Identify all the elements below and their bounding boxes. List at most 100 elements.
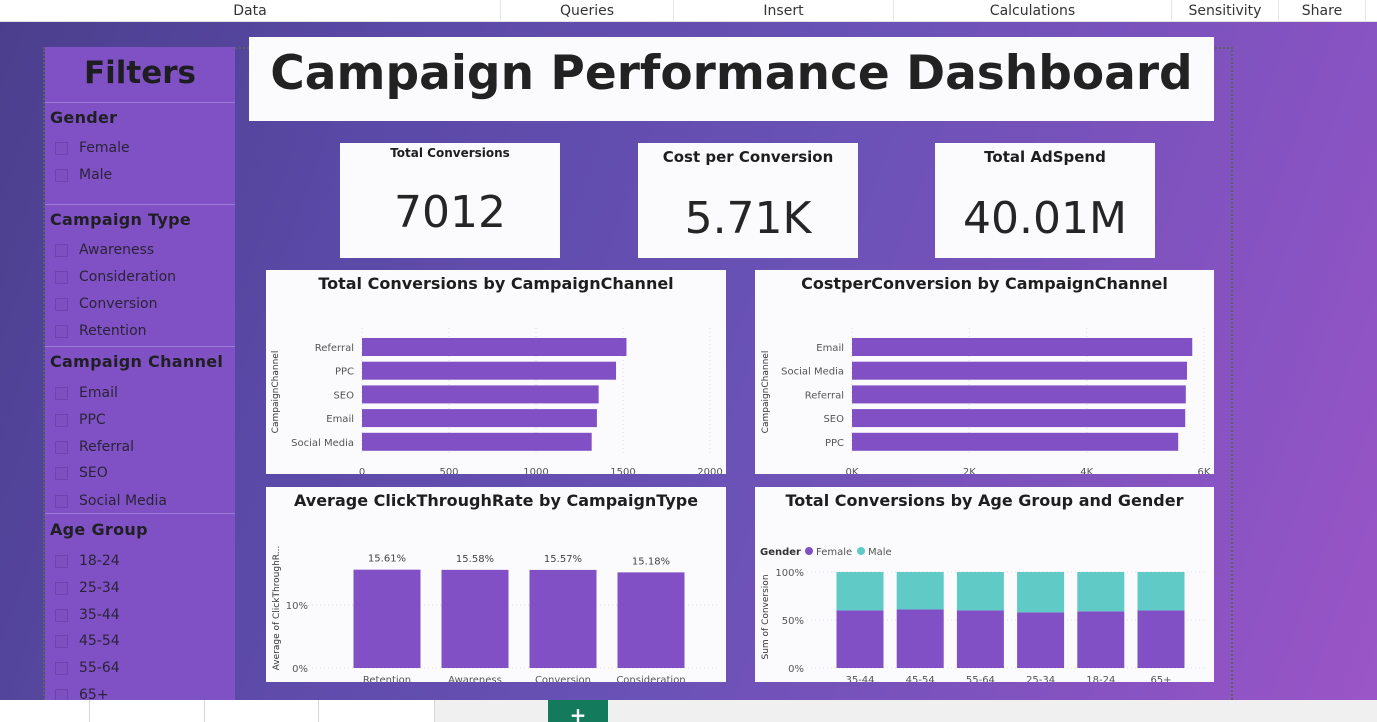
data-label: 15.57% bbox=[544, 554, 582, 565]
x-tick-label: Retention bbox=[363, 675, 411, 682]
bar bbox=[362, 385, 599, 404]
chart-conversions-by-channel: 0 500 1000 1500 2000 Referral PPC SEO Email Socia… bbox=[271, 328, 723, 474]
x-tick-label: 35-44 bbox=[845, 675, 874, 682]
bar bbox=[353, 569, 421, 668]
filter-option-ppc[interactable]: PPC bbox=[55, 411, 106, 429]
ribbon-tab-share[interactable]: Share bbox=[1278, 0, 1366, 22]
filter-option-label: Email bbox=[79, 385, 118, 401]
kpi-value: 5.71K bbox=[684, 193, 812, 244]
ribbon-tab-insert[interactable]: Insert bbox=[673, 0, 893, 22]
x-tick-label: 2000 bbox=[697, 467, 722, 474]
dashboard-title-card: Campaign Performance Dashboard bbox=[249, 37, 1214, 121]
checkbox[interactable] bbox=[55, 608, 68, 622]
kpi-card-total-adspend[interactable]: Total AdSpend 40.01M bbox=[935, 143, 1155, 258]
bar-male bbox=[836, 572, 884, 611]
data-label: 15.18% bbox=[632, 556, 670, 567]
kpi-title: Total AdSpend bbox=[984, 148, 1106, 166]
bar bbox=[362, 338, 627, 356]
filter-option-referral[interactable]: Referral bbox=[55, 438, 134, 456]
checkbox[interactable] bbox=[55, 243, 68, 257]
filter-option-retention[interactable]: Retention bbox=[55, 322, 147, 340]
x-tick-label: Consideration bbox=[616, 675, 685, 682]
bar-female bbox=[1017, 612, 1065, 668]
filter-option-consideration[interactable]: Consideration bbox=[55, 268, 176, 286]
legend-swatch-female bbox=[805, 547, 813, 555]
bar bbox=[362, 361, 617, 380]
kpi-card-total-conversions[interactable]: Total Conversions 7012 bbox=[340, 143, 560, 258]
sheet-tab[interactable] bbox=[319, 700, 435, 722]
y-tick-label: Social Media bbox=[291, 438, 354, 449]
checkbox[interactable] bbox=[55, 554, 68, 568]
checkbox[interactable] bbox=[55, 466, 68, 480]
filter-option-55-64[interactable]: 55-64 bbox=[55, 659, 120, 677]
checkbox[interactable] bbox=[55, 581, 68, 595]
checkbox[interactable] bbox=[55, 141, 68, 155]
x-tick-label: 4K bbox=[1080, 467, 1093, 474]
kpi-card-cost-per-conversion[interactable]: Cost per Conversion 5.71K bbox=[638, 143, 858, 258]
y-tick-label: Social Media bbox=[781, 367, 844, 378]
chart-card-cost-per-conversion-by-channel[interactable]: CostperConversion by CampaignChannel 0K 2… bbox=[755, 270, 1214, 474]
divider bbox=[45, 346, 235, 347]
bar bbox=[852, 338, 1193, 356]
filter-option-awareness[interactable]: Awareness bbox=[55, 241, 154, 259]
y-tick-label: 0% bbox=[788, 664, 804, 675]
checkbox[interactable] bbox=[55, 324, 68, 338]
checkbox[interactable] bbox=[55, 634, 68, 648]
checkbox[interactable] bbox=[55, 494, 68, 508]
chart-card-conversions-by-age-gender[interactable]: Total Conversions by Age Group and Gende… bbox=[755, 487, 1214, 682]
add-page-button[interactable]: + bbox=[548, 700, 608, 722]
x-tick-label: 65+ bbox=[1150, 675, 1171, 682]
filters-title: Filters bbox=[83, 55, 196, 91]
bar bbox=[362, 432, 592, 451]
filter-group-title-age-group: Age Group bbox=[50, 520, 148, 539]
y-tick-label: 100% bbox=[775, 568, 804, 579]
checkbox[interactable] bbox=[55, 661, 68, 675]
checkbox[interactable] bbox=[55, 413, 68, 427]
kpi-value: 40.01M bbox=[963, 193, 1127, 244]
y-axis-title: CampaignChannel bbox=[271, 351, 281, 434]
chart-card-ctr-by-campaign-type[interactable]: Average ClickThroughRate by CampaignType… bbox=[266, 487, 726, 682]
checkbox[interactable] bbox=[55, 440, 68, 454]
ribbon-tab-sensitivity[interactable]: Sensitivity bbox=[1171, 0, 1278, 22]
x-tick-label: 45-54 bbox=[906, 675, 935, 682]
ribbon-tab-calculations[interactable]: Calculations bbox=[893, 0, 1171, 22]
y-tick-label: SEO bbox=[823, 414, 844, 425]
bar-female bbox=[956, 610, 1004, 668]
filter-option-social-media[interactable]: Social Media bbox=[55, 492, 167, 510]
filter-option-45-54[interactable]: 45-54 bbox=[55, 632, 120, 650]
x-tick-label: 25-34 bbox=[1026, 675, 1055, 682]
filter-option-label: 45-54 bbox=[79, 633, 120, 649]
bar bbox=[852, 432, 1179, 451]
data-label: 15.61% bbox=[368, 554, 406, 565]
filter-option-female[interactable]: Female bbox=[55, 139, 130, 157]
bar-male bbox=[1017, 572, 1065, 613]
checkbox[interactable] bbox=[55, 168, 68, 182]
sheet-tab[interactable] bbox=[90, 700, 205, 722]
y-axis-title: CampaignChannel bbox=[761, 351, 771, 434]
ribbon-tab-queries[interactable]: Queries bbox=[500, 0, 673, 22]
filter-option-email[interactable]: Email bbox=[55, 384, 118, 402]
bar-male bbox=[896, 572, 944, 610]
bar-female bbox=[1077, 611, 1125, 668]
filter-option-label: PPC bbox=[79, 412, 106, 428]
filter-option-male[interactable]: Male bbox=[55, 166, 112, 184]
filter-option-25-34[interactable]: 25-34 bbox=[55, 579, 120, 597]
checkbox[interactable] bbox=[55, 270, 68, 284]
chart-card-conversions-by-channel[interactable]: Total Conversions by CampaignChannel 0 50… bbox=[266, 270, 726, 474]
x-tick-label: Conversion bbox=[535, 675, 591, 682]
sheet-tab[interactable] bbox=[0, 700, 90, 722]
legend-title: Gender bbox=[760, 547, 801, 558]
x-tick-label: 2K bbox=[963, 467, 976, 474]
filter-option-label: Awareness bbox=[79, 242, 155, 258]
filter-option-conversion[interactable]: Conversion bbox=[55, 295, 158, 313]
ribbon-tab-data[interactable]: Data bbox=[0, 0, 500, 22]
checkbox[interactable] bbox=[55, 386, 68, 400]
filter-option-seo[interactable]: SEO bbox=[55, 464, 108, 482]
sheet-tab-bar: + bbox=[0, 700, 1377, 722]
filter-option-35-44[interactable]: 35-44 bbox=[55, 606, 120, 624]
y-tick-label: Referral bbox=[805, 390, 844, 401]
filter-option-label: 55-64 bbox=[79, 660, 120, 676]
filter-option-18-24[interactable]: 18-24 bbox=[55, 552, 120, 570]
sheet-tab[interactable] bbox=[205, 700, 319, 722]
checkbox[interactable] bbox=[55, 297, 68, 311]
